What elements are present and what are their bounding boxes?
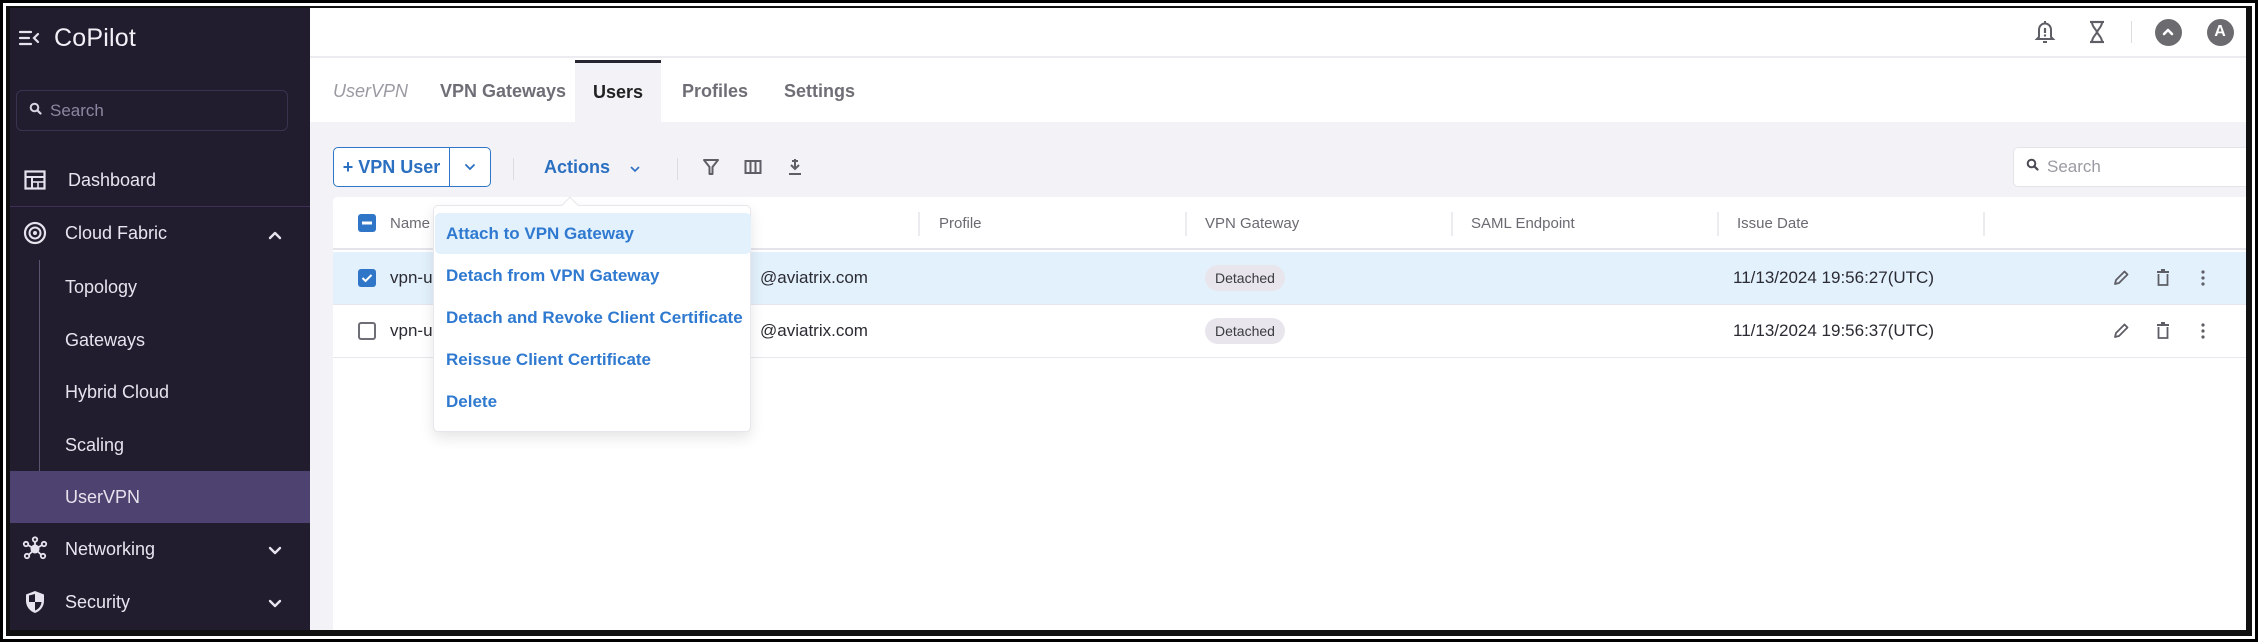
brand: CoPilot xyxy=(18,18,136,58)
sidebar-search-placeholder: Search xyxy=(50,100,104,120)
cloud-fabric-icon xyxy=(22,220,48,246)
sidebar-subitem-label: Gateways xyxy=(65,329,146,350)
column-divider[interactable] xyxy=(1717,212,1719,236)
actions-label: Actions xyxy=(544,156,611,177)
sidebar-item-scaling[interactable]: Scaling xyxy=(10,419,310,471)
avatar[interactable]: A xyxy=(2204,16,2236,48)
row-checkbox[interactable] xyxy=(358,322,376,340)
edit-icon[interactable] xyxy=(2109,319,2133,343)
sidebar-item-label: Dashboard xyxy=(68,169,157,190)
breadcrumb[interactable]: UserVPN xyxy=(333,60,408,122)
menu-item-delete[interactable]: Delete xyxy=(435,381,751,422)
sidebar-subitem-label: UserVPN xyxy=(65,486,141,507)
chevron-down-icon xyxy=(465,164,475,171)
column-header-vpn-gateway[interactable]: VPN Gateway xyxy=(1205,197,1299,250)
chevron-up-circle-icon[interactable] xyxy=(2152,16,2184,48)
bell-alert-icon[interactable] xyxy=(2029,16,2061,48)
networking-icon xyxy=(22,536,48,562)
chevron-down-icon[interactable] xyxy=(268,542,282,556)
menu-item-reissue-certificate[interactable]: Reissue Client Certificate xyxy=(435,339,751,380)
cell-issue-date: 11/13/2024 19:56:37(UTC) xyxy=(1733,321,1934,340)
sidebar-item-uservpn[interactable]: UserVPN xyxy=(10,471,310,523)
avatar-initial: A xyxy=(2206,18,2234,46)
sidebar-item-label: Security xyxy=(65,591,131,612)
sidebar-item-hybrid-cloud[interactable]: Hybrid Cloud xyxy=(10,366,310,418)
header-icons: A xyxy=(2009,16,2236,48)
actions-menu-button[interactable]: Actions xyxy=(544,147,640,187)
menu-item-attach-to-vpn-gateway[interactable]: Attach to VPN Gateway xyxy=(435,213,751,254)
tab-settings[interactable]: Settings xyxy=(784,60,855,122)
chevron-down-icon[interactable] xyxy=(268,595,282,609)
sidebar-item-label: Networking xyxy=(65,538,156,559)
sidebar-subitem-label: Hybrid Cloud xyxy=(65,381,170,402)
toolbar-separator xyxy=(677,158,678,180)
sidebar-item-gateways[interactable]: Gateways xyxy=(10,314,310,366)
column-divider[interactable] xyxy=(1185,212,1187,236)
select-all-checkbox[interactable] xyxy=(358,214,376,232)
cell-email: @aviatrix.com xyxy=(760,268,868,287)
edit-icon[interactable] xyxy=(2109,266,2133,290)
column-header-name[interactable]: Name xyxy=(390,197,430,250)
app-title: CoPilot xyxy=(54,23,136,52)
chevron-down-icon xyxy=(630,157,640,178)
tab-profiles[interactable]: Profiles xyxy=(682,60,748,122)
dashboard-icon xyxy=(22,167,48,193)
users-search-input[interactable]: Search xyxy=(2013,147,2246,187)
sidebar-subitem-label: Scaling xyxy=(65,434,125,455)
collapse-menu-icon[interactable] xyxy=(18,29,40,47)
sidebar-item-topology[interactable]: Topology xyxy=(10,261,310,313)
sidebar-item-cloud-fabric[interactable]: Cloud Fabric xyxy=(10,207,310,259)
cell-email: @aviatrix.com xyxy=(760,321,868,340)
column-divider[interactable] xyxy=(1983,212,1985,236)
sidebar-subitem-label: Topology xyxy=(65,276,138,297)
sidebar-item-label: Cloud Fabric xyxy=(65,222,168,243)
tab-users[interactable]: Users xyxy=(575,60,661,122)
sidebar-search-input[interactable]: Search xyxy=(16,90,288,131)
app-window: CoPilot Search Dashboard Cloud Fabric To… xyxy=(10,8,2246,630)
add-vpn-user-button[interactable]: + VPN User xyxy=(334,148,450,186)
chevron-up-icon[interactable] xyxy=(268,226,282,240)
menu-item-detach-from-vpn-gateway[interactable]: Detach from VPN Gateway xyxy=(435,255,751,296)
trash-icon[interactable] xyxy=(2151,266,2175,290)
column-header-saml-endpoint[interactable]: SAML Endpoint xyxy=(1471,197,1575,250)
more-vertical-icon[interactable] xyxy=(2191,266,2215,290)
tab-vpn-gateways[interactable]: VPN Gateways xyxy=(440,60,566,122)
column-divider[interactable] xyxy=(918,212,920,236)
column-header-profile[interactable]: Profile xyxy=(939,197,982,250)
header-separator xyxy=(2131,21,2132,43)
hourglass-icon[interactable] xyxy=(2081,16,2113,48)
search-icon xyxy=(2026,158,2039,176)
add-vpn-user-split-button: + VPN User xyxy=(333,147,491,187)
top-header: A xyxy=(310,8,2246,58)
columns-icon[interactable] xyxy=(741,155,765,179)
sidebar-item-security[interactable]: Security xyxy=(10,576,310,628)
column-header-issue-date[interactable]: Issue Date xyxy=(1737,197,1809,250)
cell-vpn-gateway: Detached xyxy=(1205,252,1285,304)
column-divider[interactable] xyxy=(1451,212,1453,236)
add-vpn-user-dropdown-toggle[interactable] xyxy=(450,148,490,186)
status-badge: Detached xyxy=(1205,265,1285,291)
shield-icon xyxy=(22,589,48,615)
sidebar: CoPilot Search Dashboard Cloud Fabric To… xyxy=(10,8,310,630)
tab-bar: UserVPN VPN Gateways Users Profiles Sett… xyxy=(310,60,2246,122)
search-placeholder: Search xyxy=(2047,157,2101,176)
cell-name[interactable]: vpn-u xyxy=(390,305,433,357)
sidebar-item-dashboard[interactable]: Dashboard xyxy=(10,154,310,206)
toolbar-separator xyxy=(513,158,514,180)
menu-item-detach-and-revoke-certificate[interactable]: Detach and Revoke Client Certificate xyxy=(435,297,751,338)
more-vertical-icon[interactable] xyxy=(2191,319,2215,343)
row-checkbox[interactable] xyxy=(358,269,376,287)
sidebar-item-networking[interactable]: Networking xyxy=(10,523,310,575)
download-icon[interactable] xyxy=(783,155,807,179)
trash-icon[interactable] xyxy=(2151,319,2175,343)
cell-issue-date: 11/13/2024 19:56:27(UTC) xyxy=(1733,268,1934,287)
search-icon xyxy=(29,102,42,120)
filter-icon[interactable] xyxy=(699,155,723,179)
cell-vpn-gateway: Detached xyxy=(1205,305,1285,357)
status-badge: Detached xyxy=(1205,318,1285,344)
actions-dropdown-menu: Attach to VPN Gateway Detach from VPN Ga… xyxy=(433,196,751,432)
cell-name[interactable]: vpn-u xyxy=(390,252,433,304)
